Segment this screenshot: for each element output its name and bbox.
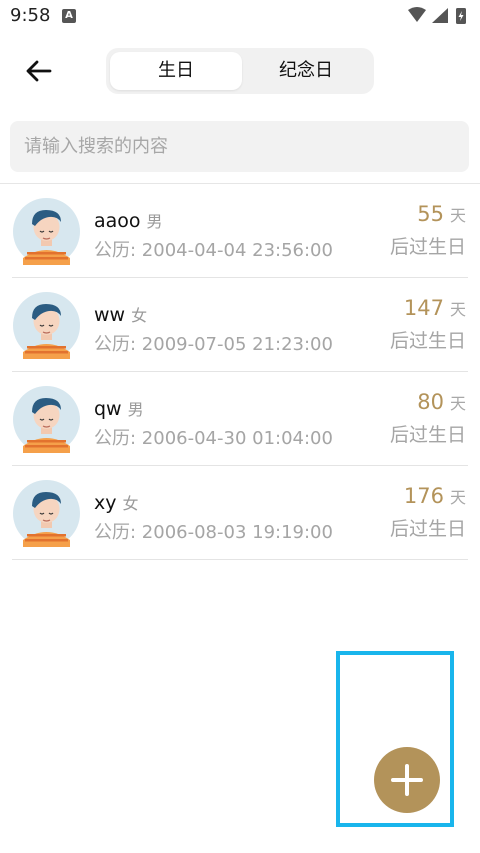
birth-date: 公历: 2006-08-03 19:19:00 bbox=[94, 522, 333, 543]
days-remaining: 80 天 bbox=[417, 390, 466, 414]
list-item[interactable]: aaoo 男 公历: 2004-04-04 23:56:00 55 天 后过生日 bbox=[0, 184, 480, 278]
days-remaining: 176 天 bbox=[404, 484, 466, 508]
days-count: 80 bbox=[417, 390, 444, 414]
person-avatar-icon bbox=[13, 198, 80, 265]
birth-date: 公历: 2006-04-30 01:04:00 bbox=[94, 428, 333, 449]
list-item[interactable]: xy 女 公历: 2006-08-03 19:19:00 176 天 后过生日 bbox=[0, 466, 480, 560]
person-name: aaoo bbox=[94, 210, 141, 232]
status-icons bbox=[408, 7, 466, 24]
notification-a-icon: A bbox=[62, 9, 76, 23]
tab-birthday[interactable]: 生日 bbox=[110, 52, 242, 90]
days-remaining: 147 天 bbox=[404, 296, 466, 320]
days-remaining: 55 天 bbox=[417, 202, 466, 226]
arrow-left-icon bbox=[26, 60, 52, 82]
days-count: 176 bbox=[403, 484, 444, 508]
status-bar: 9:58 A bbox=[0, 0, 480, 34]
days-count: 55 bbox=[417, 202, 444, 226]
person-avatar-icon bbox=[13, 480, 80, 547]
person-name: xy bbox=[94, 492, 117, 514]
days-unit: 天 bbox=[449, 488, 466, 507]
person-avatar-icon bbox=[13, 386, 80, 453]
days-suffix: 后过生日 bbox=[389, 330, 466, 352]
days-suffix: 后过生日 bbox=[389, 236, 466, 258]
birth-date: 公历: 2009-07-05 21:23:00 bbox=[94, 334, 333, 355]
gender-label: 女 bbox=[122, 494, 139, 513]
gender-label: 女 bbox=[131, 306, 148, 325]
days-unit: 天 bbox=[449, 394, 466, 413]
person-name: ww bbox=[94, 304, 126, 326]
search-box bbox=[10, 121, 469, 172]
row-divider bbox=[12, 559, 468, 560]
days-count: 147 bbox=[403, 296, 444, 320]
birth-date: 公历: 2004-04-04 23:56:00 bbox=[94, 240, 333, 261]
signal-icon bbox=[432, 8, 448, 23]
search-input[interactable] bbox=[24, 121, 454, 172]
birthday-list: aaoo 男 公历: 2004-04-04 23:56:00 55 天 后过生日 w… bbox=[0, 184, 480, 560]
plus-icon bbox=[391, 764, 423, 796]
person-name-line: qw 男 bbox=[94, 396, 144, 420]
gender-label: 男 bbox=[127, 400, 144, 419]
add-button[interactable] bbox=[374, 747, 440, 813]
person-name-line: aaoo 男 bbox=[94, 208, 163, 232]
tab-anniversary[interactable]: 纪念日 bbox=[240, 52, 372, 90]
days-suffix: 后过生日 bbox=[389, 518, 466, 540]
tab-switcher: 生日 纪念日 bbox=[106, 48, 374, 94]
person-name-line: ww 女 bbox=[94, 302, 147, 326]
person-name: qw bbox=[94, 398, 122, 420]
list-item[interactable]: qw 男 公历: 2006-04-30 01:04:00 80 天 后过生日 bbox=[0, 372, 480, 466]
days-suffix: 后过生日 bbox=[389, 424, 466, 446]
back-button[interactable] bbox=[22, 54, 56, 88]
person-avatar-icon bbox=[13, 292, 80, 359]
wifi-icon bbox=[408, 7, 426, 22]
list-item[interactable]: ww 女 公历: 2009-07-05 21:23:00 147 天 后过生日 bbox=[0, 278, 480, 372]
status-time: 9:58 bbox=[10, 5, 51, 26]
days-unit: 天 bbox=[449, 300, 466, 319]
person-name-line: xy 女 bbox=[94, 490, 139, 514]
days-unit: 天 bbox=[449, 206, 466, 225]
gender-label: 男 bbox=[146, 212, 163, 231]
